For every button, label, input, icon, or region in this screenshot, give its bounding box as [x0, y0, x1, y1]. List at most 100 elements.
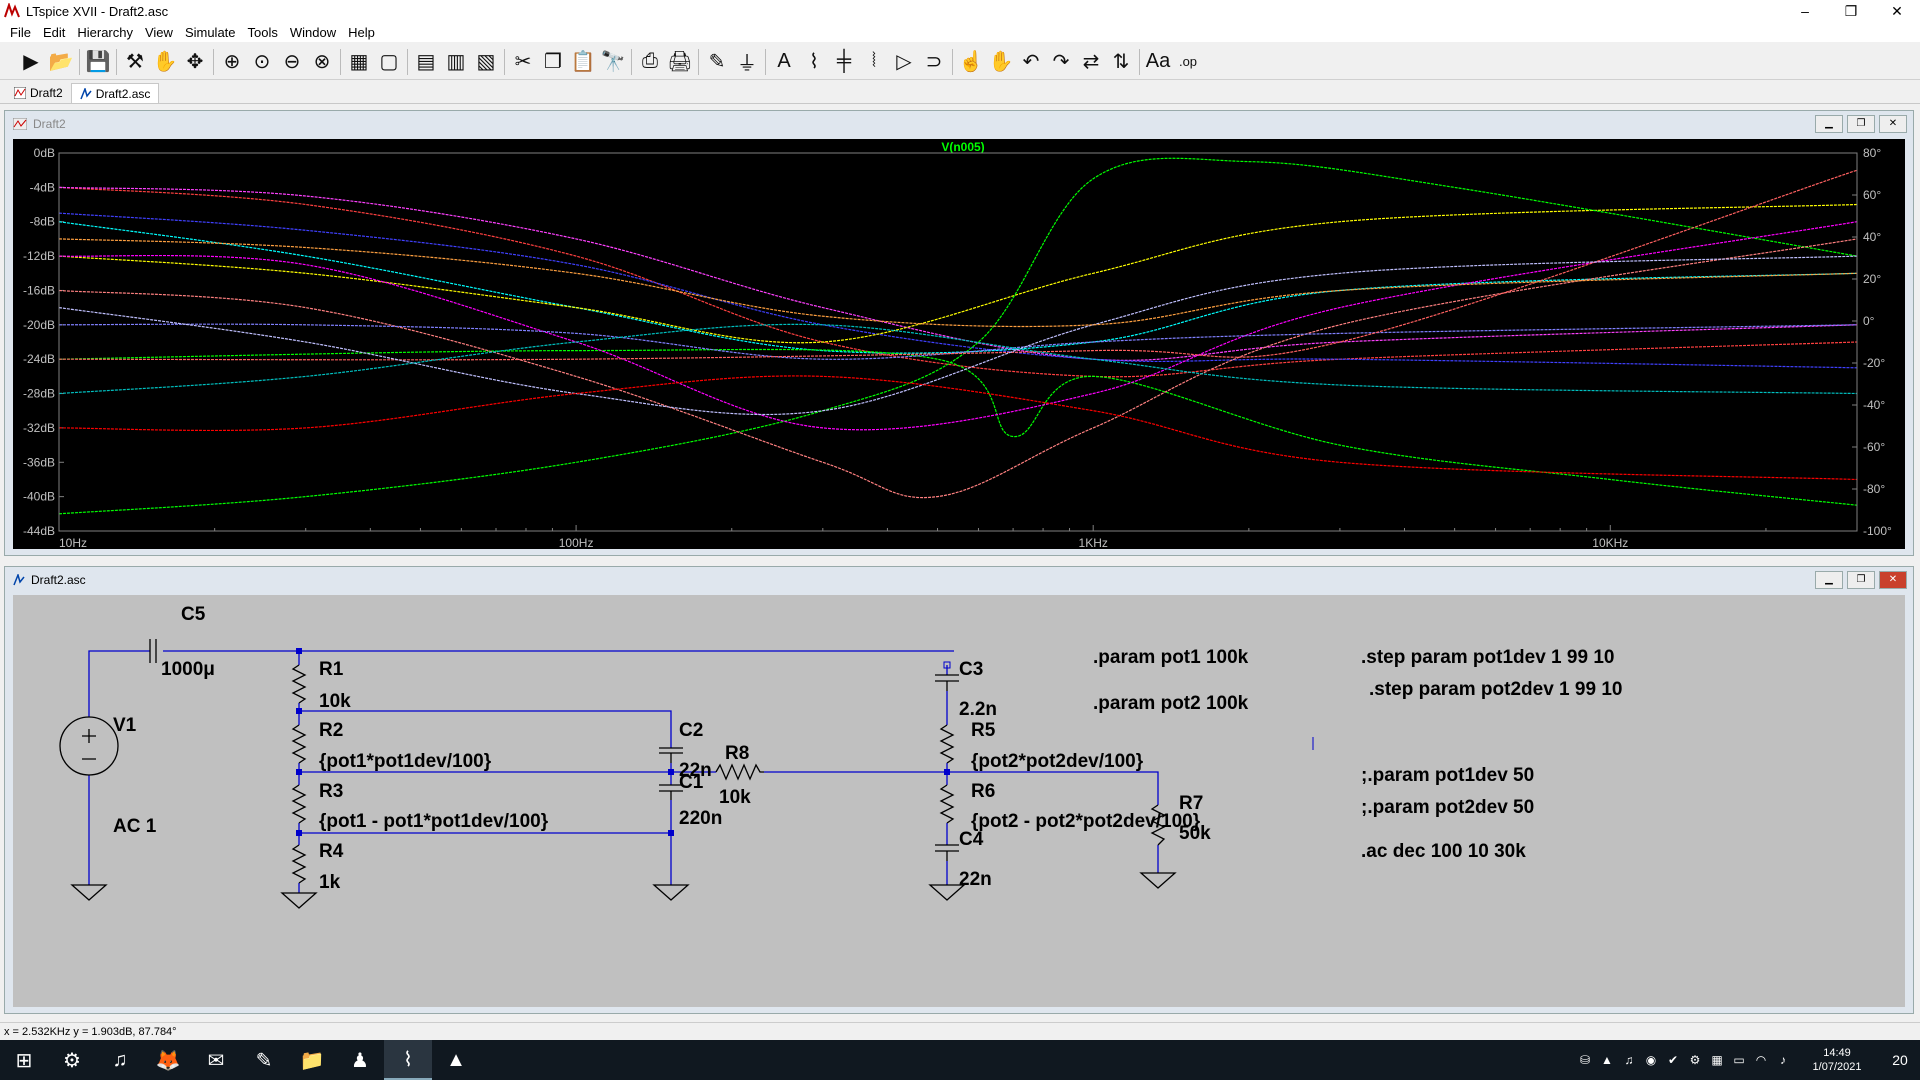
- c1-value-label[interactable]: 220n: [679, 808, 722, 829]
- undo-icon[interactable]: ↶: [1016, 47, 1046, 77]
- schematic-canvas[interactable]: C5 1000μ V1 AC 1 R1 10k R2 {pot1*pot1dev…: [13, 595, 1905, 1007]
- zoom-out-icon[interactable]: ⊖: [277, 47, 307, 77]
- resistor-icon[interactable]: ⌇: [799, 47, 829, 77]
- waveform-close-button[interactable]: ✕: [1879, 115, 1907, 133]
- halt-icon[interactable]: ✋: [150, 47, 180, 77]
- pan-icon[interactable]: ✥: [180, 47, 210, 77]
- vlc-icon[interactable]: ▲: [432, 1040, 480, 1080]
- save-icon[interactable]: 💾: [83, 47, 113, 77]
- menu-view[interactable]: View: [139, 25, 179, 40]
- firefox-icon[interactable]: 🦊: [144, 1040, 192, 1080]
- tray-icon[interactable]: ♪: [1772, 1053, 1794, 1067]
- game-icon[interactable]: ♟: [336, 1040, 384, 1080]
- r2-name-label[interactable]: R2: [319, 720, 343, 741]
- copy-icon[interactable]: ❐: [538, 47, 568, 77]
- find-icon[interactable]: 🔭: [598, 47, 628, 77]
- r8-name-label[interactable]: R8: [725, 743, 749, 764]
- tab-draft2-waveform[interactable]: Draft2: [6, 83, 71, 103]
- menu-tools[interactable]: Tools: [242, 25, 284, 40]
- paste-icon[interactable]: 📋: [568, 47, 598, 77]
- r7-value-label[interactable]: 50k: [1179, 823, 1211, 844]
- tray-icon[interactable]: ♫: [1618, 1053, 1640, 1067]
- notification-center-button[interactable]: 20: [1880, 1052, 1920, 1068]
- tray-icon[interactable]: ⛁: [1574, 1053, 1596, 1067]
- waveform-minimize-button[interactable]: ▁: [1815, 115, 1843, 133]
- menu-file[interactable]: File: [4, 25, 37, 40]
- schematic-restore-button[interactable]: ❐: [1847, 571, 1875, 589]
- tray-icon[interactable]: ▲: [1596, 1053, 1618, 1067]
- r2-value-label[interactable]: {pot1*pot1dev/100}: [319, 751, 492, 772]
- zoom-fit-icon[interactable]: ⊙: [247, 47, 277, 77]
- print-preview-icon[interactable]: ⎙: [635, 47, 665, 77]
- c3-value-label[interactable]: 2.2n: [959, 699, 997, 720]
- cascade-icon[interactable]: ▥: [441, 47, 471, 77]
- ltspice-icon[interactable]: ⌇: [384, 1040, 432, 1080]
- move-icon[interactable]: ☝: [956, 47, 986, 77]
- directive-ac[interactable]: .ac dec 100 10 30k: [1361, 841, 1526, 862]
- c5-name-label[interactable]: C5: [181, 604, 206, 625]
- grid-icon[interactable]: ▢: [374, 47, 404, 77]
- tab-draft2-schematic[interactable]: Draft2.asc: [70, 83, 160, 103]
- r5-value-label[interactable]: {pot2*pot2dev/100}: [971, 751, 1144, 772]
- trace-label[interactable]: V(n005): [941, 140, 984, 154]
- drag-icon[interactable]: ✋: [986, 47, 1016, 77]
- menu-help[interactable]: Help: [342, 25, 381, 40]
- waveform-restore-button[interactable]: ❐: [1847, 115, 1875, 133]
- cut-icon[interactable]: ✂: [508, 47, 538, 77]
- r1-name-label[interactable]: R1: [319, 659, 344, 680]
- draw-wire-icon[interactable]: ✎: [702, 47, 732, 77]
- open-icon[interactable]: 📂: [46, 47, 76, 77]
- c5-value-label[interactable]: 1000μ: [161, 659, 215, 680]
- diode-icon[interactable]: ▷: [889, 47, 919, 77]
- tray-icon[interactable]: ✔: [1662, 1053, 1684, 1067]
- r7-name-label[interactable]: R7: [1179, 793, 1203, 814]
- file-explorer-icon[interactable]: 📁: [288, 1040, 336, 1080]
- mirror-icon[interactable]: ⇅: [1106, 47, 1136, 77]
- tray-icon[interactable]: ▦: [1706, 1053, 1728, 1067]
- capacitor-icon[interactable]: ╪: [829, 47, 859, 77]
- settings-icon[interactable]: ⚙: [48, 1040, 96, 1080]
- r3-name-label[interactable]: R3: [319, 781, 343, 802]
- waveform-plot[interactable]: V(n005) 0dB -4dB -8dB -12dB -16dB -20dB -24dB -…: [13, 139, 1905, 549]
- spotify-icon[interactable]: ♫: [96, 1040, 144, 1080]
- r4-value-label[interactable]: 1k: [319, 872, 341, 893]
- close-button[interactable]: ✕: [1874, 0, 1920, 22]
- schematic-close-button[interactable]: ✕: [1879, 571, 1907, 589]
- rotate-icon[interactable]: ⇄: [1076, 47, 1106, 77]
- schematic-minimize-button[interactable]: ▁: [1815, 571, 1843, 589]
- editor-icon[interactable]: ✉: [192, 1040, 240, 1080]
- c4-value-label[interactable]: 22n: [959, 869, 992, 890]
- autorange-icon[interactable]: ▦: [344, 47, 374, 77]
- r8-value-label[interactable]: 10k: [719, 787, 751, 808]
- zoom-in-icon[interactable]: ⊕: [217, 47, 247, 77]
- v1-name-label[interactable]: V1: [113, 715, 137, 736]
- minimize-button[interactable]: –: [1782, 0, 1828, 22]
- menu-simulate[interactable]: Simulate: [179, 25, 242, 40]
- ground-icon[interactable]: ⏚: [732, 47, 762, 77]
- tray-icon[interactable]: ◠: [1750, 1053, 1772, 1067]
- spice-directive-icon[interactable]: .op: [1173, 47, 1203, 77]
- r6-name-label[interactable]: R6: [971, 781, 995, 802]
- r1-value-label[interactable]: 10k: [319, 691, 351, 712]
- c1-name-label[interactable]: C1: [679, 772, 704, 793]
- tray-icon[interactable]: ⚙: [1684, 1053, 1706, 1067]
- directive-param-pot2[interactable]: .param pot2 100k: [1093, 693, 1249, 714]
- inductor-icon[interactable]: ⦚: [859, 47, 889, 77]
- text-icon[interactable]: Aa: [1143, 47, 1173, 77]
- directive-param-pot1dev[interactable]: ;.param pot1dev 50: [1361, 765, 1534, 786]
- v1-value-label[interactable]: AC 1: [113, 816, 157, 837]
- directive-param-pot2dev[interactable]: ;.param pot2dev 50: [1361, 797, 1534, 818]
- directive-step-pot1dev[interactable]: .step param pot1dev 1 99 10: [1361, 647, 1614, 668]
- component-icon[interactable]: ⊃: [919, 47, 949, 77]
- redo-icon[interactable]: ↷: [1046, 47, 1076, 77]
- r6-value-label[interactable]: {pot2 - pot2*pot2dev/100}: [971, 811, 1201, 832]
- menu-edit[interactable]: Edit: [37, 25, 71, 40]
- r3-value-label[interactable]: {pot1 - pot1*pot1dev/100}: [319, 811, 549, 832]
- r5-name-label[interactable]: R5: [971, 720, 996, 741]
- notes-icon[interactable]: ✎: [240, 1040, 288, 1080]
- directive-step-pot2dev[interactable]: .step param pot2dev 1 99 10: [1369, 679, 1622, 700]
- label-net-icon[interactable]: A: [769, 47, 799, 77]
- tray-icon[interactable]: ◉: [1640, 1053, 1662, 1067]
- tray-icon[interactable]: ▭: [1728, 1053, 1750, 1067]
- menu-window[interactable]: Window: [284, 25, 342, 40]
